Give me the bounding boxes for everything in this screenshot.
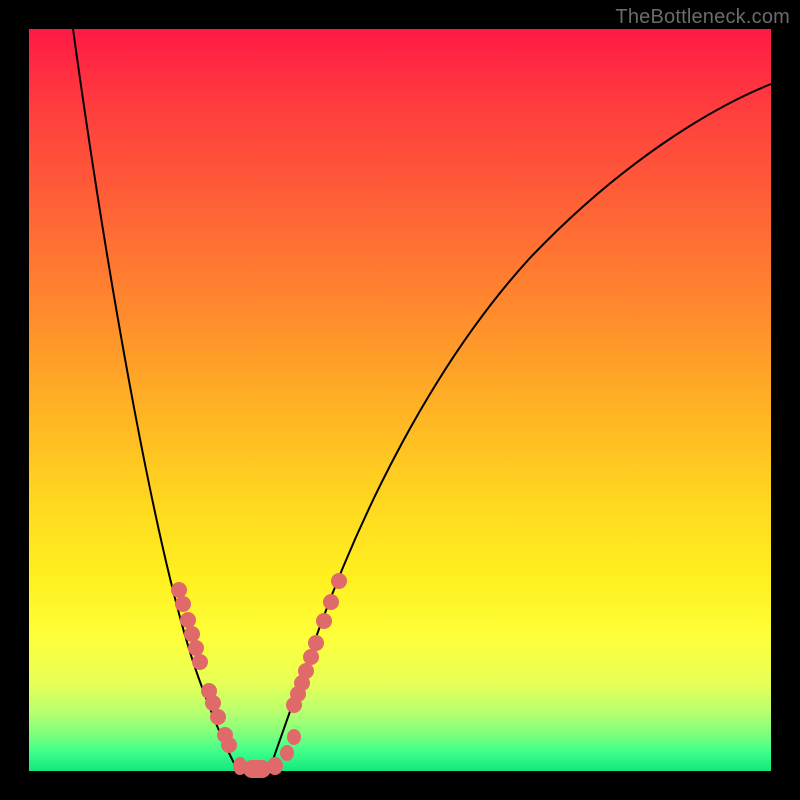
data-dot bbox=[308, 635, 324, 651]
dots-right-group bbox=[286, 573, 347, 713]
data-pill bbox=[287, 729, 301, 745]
data-dot bbox=[205, 695, 221, 711]
data-dot bbox=[323, 594, 339, 610]
data-dot bbox=[316, 613, 332, 629]
curve-left-branch bbox=[73, 29, 238, 771]
watermark-text: TheBottleneck.com bbox=[615, 6, 790, 29]
curve-layer bbox=[29, 29, 771, 771]
data-dot bbox=[303, 649, 319, 665]
data-dot bbox=[210, 709, 226, 725]
curve-right-branch bbox=[269, 84, 771, 771]
chart-frame: TheBottleneck.com bbox=[0, 0, 800, 800]
data-dot bbox=[184, 626, 200, 642]
dots-left-group bbox=[171, 582, 237, 753]
data-dot bbox=[331, 573, 347, 589]
data-pill bbox=[243, 760, 271, 778]
data-dot bbox=[180, 612, 196, 628]
data-dot bbox=[175, 596, 191, 612]
data-dot bbox=[192, 654, 208, 670]
data-dot bbox=[188, 640, 204, 656]
data-dot bbox=[171, 582, 187, 598]
plot-area bbox=[29, 29, 771, 771]
data-pill bbox=[267, 757, 283, 775]
data-pill bbox=[280, 745, 294, 761]
data-dot bbox=[298, 663, 314, 679]
bottom-pill-group bbox=[233, 729, 301, 778]
data-dot bbox=[221, 737, 237, 753]
